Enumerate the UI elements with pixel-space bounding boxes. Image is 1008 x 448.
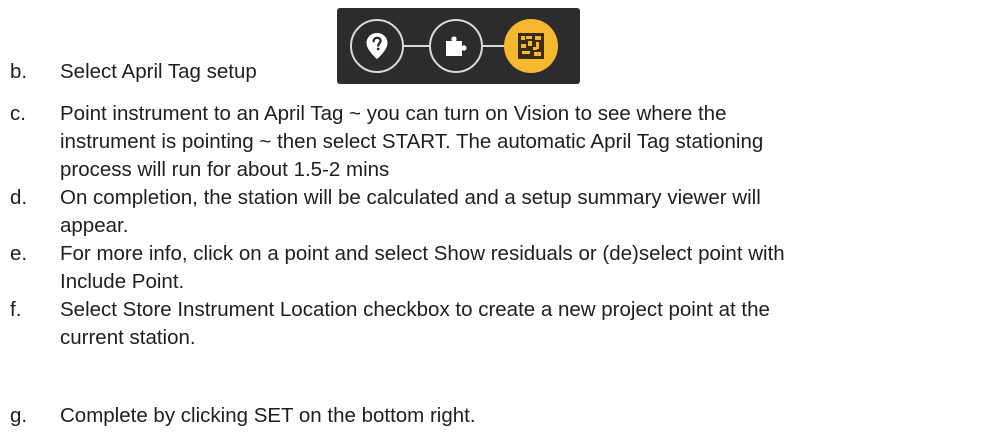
setup-toolbar-image xyxy=(337,8,580,84)
list-item-text: Select Store Instrument Location checkbo… xyxy=(60,296,1000,352)
text-line: Point instrument to an April Tag ~ you c… xyxy=(60,102,727,125)
april-tag-setup-button[interactable] xyxy=(504,19,558,73)
toolbar-connector xyxy=(483,45,504,47)
text-line: Complete by clicking SET on the bottom r… xyxy=(60,404,476,427)
text-line: appear. xyxy=(60,214,129,237)
list-item-text: On completion, the station will be calcu… xyxy=(60,184,1000,240)
list-item-text: For more info, click on a point and sele… xyxy=(60,240,1000,296)
list-marker: e. xyxy=(10,242,28,265)
text-line: For more info, click on a point and sele… xyxy=(60,242,785,265)
list-marker: d. xyxy=(10,186,28,209)
list-item-text: Point instrument to an April Tag ~ you c… xyxy=(60,100,1000,184)
april-tag-icon xyxy=(518,33,544,59)
text-line: On completion, the station will be calcu… xyxy=(60,186,761,209)
plugin-button[interactable] xyxy=(429,19,483,73)
text-line: process will run for about 1.5-2 mins xyxy=(60,158,390,181)
list-marker: c. xyxy=(10,102,26,125)
list-item-text: Complete by clicking SET on the bottom r… xyxy=(60,402,1000,430)
list-marker: b. xyxy=(10,60,28,83)
toolbar-connector xyxy=(404,45,429,47)
text-line: current station. xyxy=(60,326,196,349)
list-marker: g. xyxy=(10,404,28,427)
text-line: Include Point. xyxy=(60,270,185,293)
help-marker-icon xyxy=(366,33,388,59)
help-button[interactable] xyxy=(350,19,404,73)
puzzle-piece-icon xyxy=(446,36,467,56)
list-marker: f. xyxy=(10,298,22,321)
text-line: instrument is pointing ~ then select STA… xyxy=(60,130,764,153)
text-line: Select Store Instrument Location checkbo… xyxy=(60,298,770,321)
